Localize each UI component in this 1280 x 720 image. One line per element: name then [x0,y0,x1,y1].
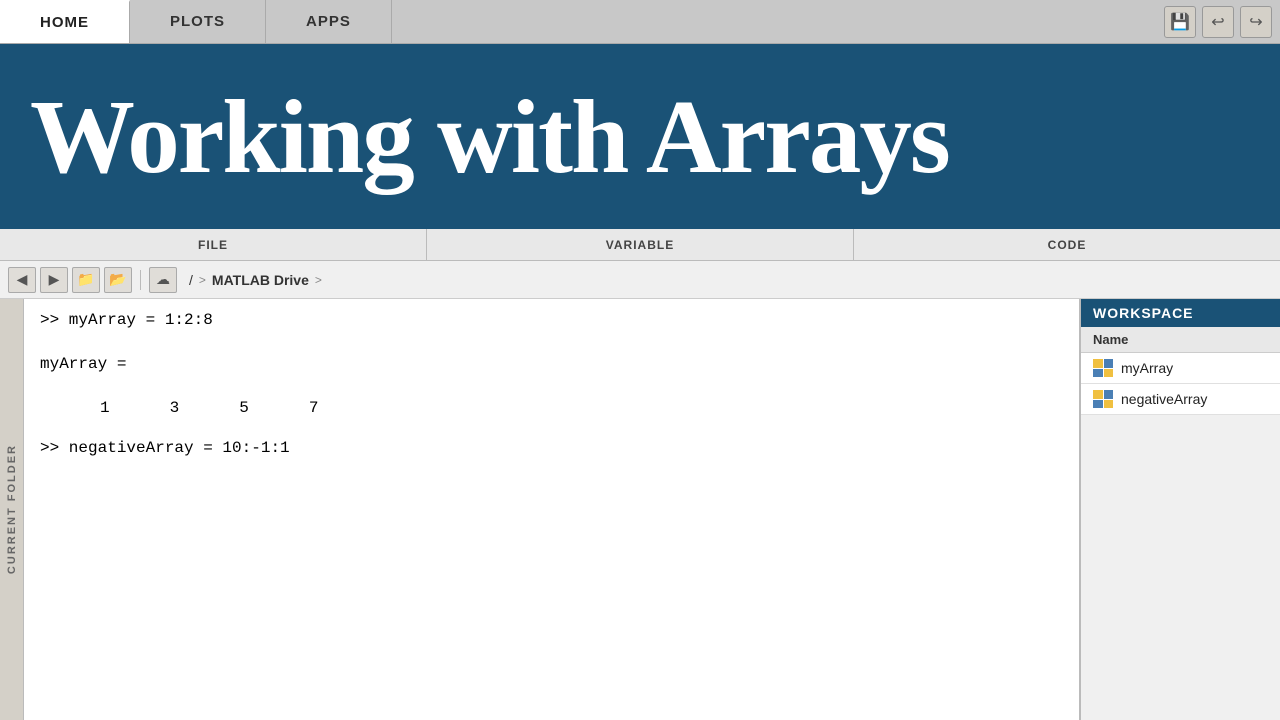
back-icon: ◀ [17,271,28,288]
cmd-output-1: myArray = [40,355,1063,373]
matrix-icon-1 [1093,359,1113,377]
tab-home[interactable]: HOME [0,0,130,43]
forward-button[interactable]: ▶ [40,267,68,293]
ribbon-code[interactable]: CODE [854,229,1280,260]
breadcrumb-drive[interactable]: MATLAB Drive [212,272,309,288]
main-area: CURRENT FOLDER >> myArray = 1:2:8 myArra… [0,299,1280,720]
ribbon-variable[interactable]: VARIABLE [427,229,854,260]
browse-button[interactable]: 📂 [104,267,132,293]
tab-apps[interactable]: APPS [266,0,392,43]
toolbar-divider [140,270,141,290]
tab-bar: HOME PLOTS APPS 💾 ↩ ↪ [0,0,1280,44]
breadcrumb: / > MATLAB Drive > [189,272,322,288]
redo-icon: ↪ [1249,12,1262,32]
breadcrumb-sep1: > [199,273,206,287]
undo-icon: ↩ [1211,12,1224,32]
workspace-header: WORKSPACE [1081,299,1280,327]
cloud-button[interactable]: ☁ [149,267,177,293]
cmd-line-1: >> myArray = 1:2:8 [40,311,1063,329]
cmd-section-1: >> myArray = 1:2:8 [40,311,1063,329]
toolbar-icons: 💾 ↩ ↪ [1164,0,1280,43]
save-icon: 💾 [1170,12,1190,32]
tab-plots[interactable]: PLOTS [130,0,266,43]
workspace-col-name: Name [1081,327,1280,353]
matrix-icon-2 [1093,390,1113,408]
workspace-item-negativearray[interactable]: negativeArray [1081,384,1280,415]
cmd-array-values: 1 3 5 7 [100,399,1063,417]
cloud-icon: ☁ [156,271,170,288]
breadcrumb-sep2: > [315,273,322,287]
ribbon-file[interactable]: FILE [0,229,427,260]
hero-title: Working with Arrays [30,84,949,189]
undo-button[interactable]: ↩ [1202,6,1234,38]
cmd-line-2: >> negativeArray = 10:-1:1 [40,439,1063,457]
back-button[interactable]: ◀ [8,267,36,293]
current-folder-label: CURRENT FOLDER [0,299,24,720]
save-button[interactable]: 💾 [1164,6,1196,38]
workspace-panel: WORKSPACE Name myArray negativeArray [1080,299,1280,720]
toolbar: ◀ ▶ 📁 📂 ☁ / > MATLAB Drive > [0,261,1280,299]
up-folder-icon: 📁 [77,271,94,288]
workspace-item-myarray[interactable]: myArray [1081,353,1280,384]
redo-button[interactable]: ↪ [1240,6,1272,38]
ribbon: FILE VARIABLE CODE [0,229,1280,261]
browse-icon: 📂 [109,271,126,288]
hero-banner: Working with Arrays [0,44,1280,229]
up-folder-button[interactable]: 📁 [72,267,100,293]
command-window[interactable]: >> myArray = 1:2:8 myArray = 1 3 5 7 >> … [24,299,1080,720]
breadcrumb-root[interactable]: / [189,272,193,288]
forward-icon: ▶ [49,271,60,288]
